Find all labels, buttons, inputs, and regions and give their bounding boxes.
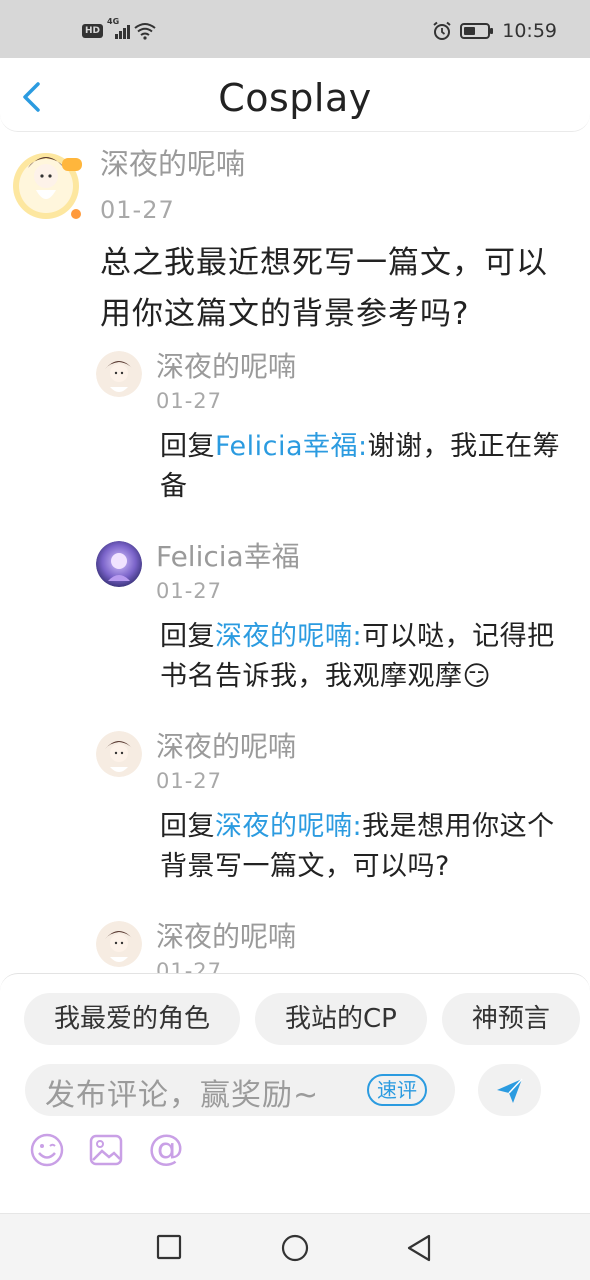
app-header: Cosplay (0, 58, 590, 132)
system-nav-bar (0, 1213, 590, 1280)
reply-avatar[interactable] (96, 541, 142, 587)
reply-date: 01-27 (156, 579, 223, 603)
at-icon[interactable]: @ (146, 1130, 186, 1170)
send-button[interactable] (478, 1064, 541, 1116)
emoji-icon[interactable] (28, 1131, 66, 1169)
network-label: 4G (107, 17, 120, 26)
comment-placeholder: 发布评论，赢奖励~ (45, 1078, 320, 1113)
chip-cp[interactable]: 我站的CP (255, 993, 427, 1045)
mention-link[interactable]: 深夜的呢喃: (215, 621, 362, 652)
image-icon[interactable] (88, 1132, 124, 1168)
reply-text: 回复Felicia幸福:谢谢，我正在筹备 (160, 427, 570, 507)
back-nav-icon[interactable] (405, 1233, 433, 1263)
comment-input[interactable]: 发布评论，赢奖励~ 速评 (25, 1064, 455, 1116)
reply-prefix: 回复 (160, 431, 215, 462)
suggestion-chips: 我最爱的角色 我站的CP 神预言 (24, 993, 580, 1045)
mention-link[interactable]: 深夜的呢喃: (215, 811, 362, 842)
chip-prophecy[interactable]: 神预言 (441, 993, 580, 1045)
reply-text: 回复深夜的呢喃:可以哒，记得把书名告诉我，我观摩观摩😏 (160, 617, 570, 697)
reply-author[interactable]: Felicia幸福 (156, 535, 300, 575)
comment-thread[interactable]: 深夜的呢喃 01-27 总之我最近想死写一篇文，可以用你这篇文的背景参考吗? 深… (0, 133, 590, 973)
quick-comment-button[interactable]: 速评 (367, 1074, 427, 1106)
send-icon (497, 1078, 523, 1103)
reply-avatar[interactable] (96, 351, 142, 397)
reply-text: 回复深夜的呢喃:我是想用你这个背景写一篇文，可以吗? (160, 807, 570, 887)
comment-author[interactable]: 深夜的呢喃 (100, 141, 245, 183)
reply-date: 01-27 (156, 959, 223, 973)
author-avatar[interactable] (10, 138, 86, 226)
status-right: 10:59 (432, 20, 557, 42)
signal-icon: 4G (107, 17, 131, 39)
reply-author[interactable]: 深夜的呢喃 (156, 345, 296, 385)
reply-prefix: 回复 (160, 811, 215, 842)
reply-avatar[interactable] (96, 731, 142, 777)
comment-text: 总之我最近想死写一篇文，可以用你这篇文的背景参考吗? (100, 245, 548, 332)
hd-badge: HD (82, 24, 104, 38)
comment-panel: 我最爱的角色 我站的CP 神预言 发布评论，赢奖励~ 速评 @ (0, 973, 590, 1213)
reply-author[interactable]: 深夜的呢喃 (156, 915, 296, 955)
status-bar: HD 4G 10:59 (0, 0, 590, 58)
reply-author[interactable]: 深夜的呢喃 (156, 725, 296, 765)
mention-link[interactable]: Felicia幸福: (215, 431, 368, 462)
reply-prefix: 回复 (160, 621, 215, 652)
reply-date: 01-27 (156, 769, 223, 793)
comment-date: 01-27 (100, 196, 175, 224)
battery-icon (460, 23, 494, 39)
alarm-icon (433, 21, 451, 40)
recent-apps-icon[interactable] (155, 1233, 183, 1261)
comment-toolbar: @ (28, 1130, 186, 1170)
status-left: HD 4G (82, 17, 156, 40)
page-title: Cosplay (218, 76, 372, 120)
home-icon[interactable] (280, 1233, 310, 1263)
chip-favorite-character[interactable]: 我最爱的角色 (24, 993, 241, 1045)
svg-text:@: @ (148, 1130, 184, 1169)
reply-avatar[interactable] (96, 921, 142, 967)
wifi-icon (134, 23, 156, 40)
reply-date: 01-27 (156, 389, 223, 413)
clock: 10:59 (502, 20, 557, 42)
